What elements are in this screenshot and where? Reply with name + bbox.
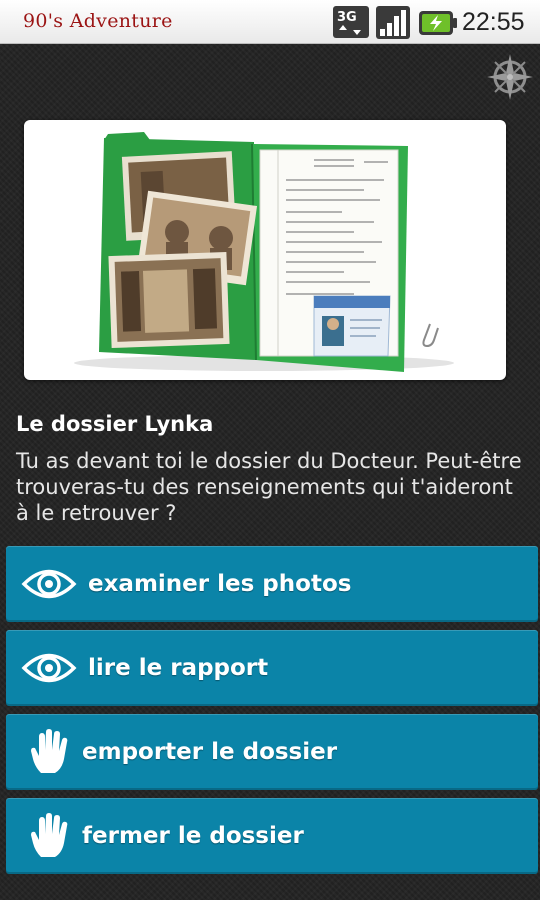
read-report-button[interactable]: lire le rapport — [6, 630, 538, 706]
network-3g-icon: 3G — [333, 6, 369, 42]
compass-icon[interactable] — [485, 52, 535, 106]
battery-charging-icon — [419, 11, 457, 39]
scene-description: Tu as devant toi le dossier du Docteur. … — [16, 449, 522, 525]
examine-photos-button[interactable]: examiner les photos — [6, 546, 538, 622]
network-label: 3G — [337, 10, 357, 25]
action-label: fermer le dossier — [82, 823, 304, 849]
action-label: lire le rapport — [88, 655, 269, 681]
scene-title: Le dossier Lynka — [16, 412, 214, 436]
eye-icon — [14, 651, 84, 685]
action-list: examiner les photos lire le rapport empo… — [6, 546, 538, 882]
scene-image — [24, 120, 506, 380]
status-bar: 90's Adventure 3G 22:55 — [0, 0, 540, 44]
close-dossier-button[interactable]: fermer le dossier — [6, 798, 538, 874]
action-label: emporter le dossier — [82, 739, 338, 765]
hand-icon — [14, 813, 84, 859]
app-title: 90's Adventure — [23, 10, 173, 32]
hand-icon — [14, 729, 84, 775]
status-clock: 22:55 — [462, 8, 525, 36]
eye-icon — [14, 567, 84, 601]
action-label: examiner les photos — [88, 571, 352, 597]
signal-strength-icon — [376, 6, 410, 43]
take-dossier-button[interactable]: emporter le dossier — [6, 714, 538, 790]
